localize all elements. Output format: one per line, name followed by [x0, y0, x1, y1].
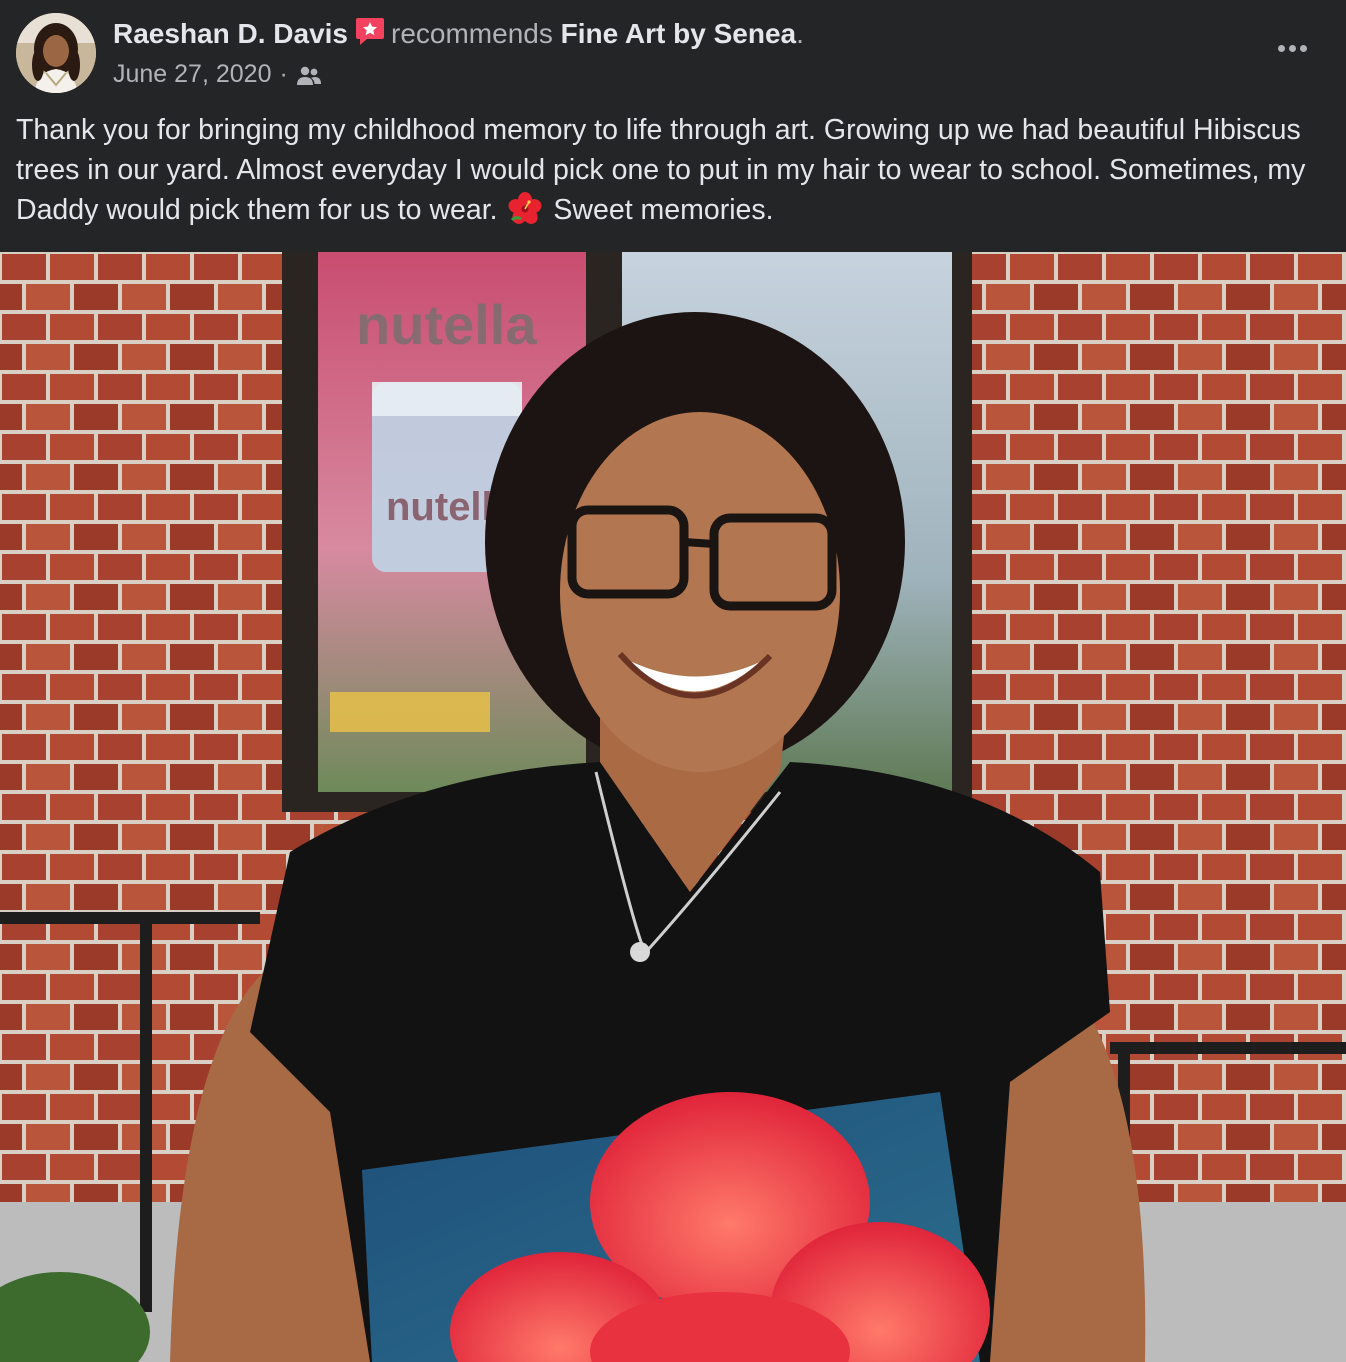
more-options-icon	[1288, 44, 1296, 52]
post-date-link[interactable]: June 27, 2020	[113, 58, 271, 90]
post-text-closing: Sweet memories.	[553, 194, 774, 226]
post-body-text: Thank you for bringing my childhood memo…	[16, 110, 1334, 230]
recommendation-badge-icon	[354, 15, 386, 47]
recommends-label: recommends	[391, 18, 553, 49]
friends-icon[interactable]	[296, 63, 322, 85]
more-options-icon	[1277, 44, 1285, 52]
meta-separator: ·	[279, 60, 288, 88]
more-options-icon	[1299, 44, 1307, 52]
window-sign-text: nutella	[356, 293, 537, 356]
headline-period: .	[796, 18, 804, 49]
post-header: Raeshan D. Davis recommends Fine Art by S…	[0, 0, 1346, 252]
post-photo[interactable]: nutella nutella	[0, 252, 1346, 1362]
page-name-link[interactable]: Fine Art by Senea	[561, 18, 796, 49]
more-options-button[interactable]	[1266, 30, 1318, 66]
avatar-image	[16, 13, 96, 93]
photo-image: nutella nutella	[0, 252, 1346, 1362]
author-name-link[interactable]: Raeshan D. Davis	[113, 18, 348, 49]
post-meta: June 27, 2020 ·	[113, 58, 322, 90]
post-headline: Raeshan D. Davis recommends Fine Art by S…	[113, 15, 804, 53]
author-avatar[interactable]	[16, 13, 96, 93]
hibiscus-emoji	[508, 192, 542, 226]
